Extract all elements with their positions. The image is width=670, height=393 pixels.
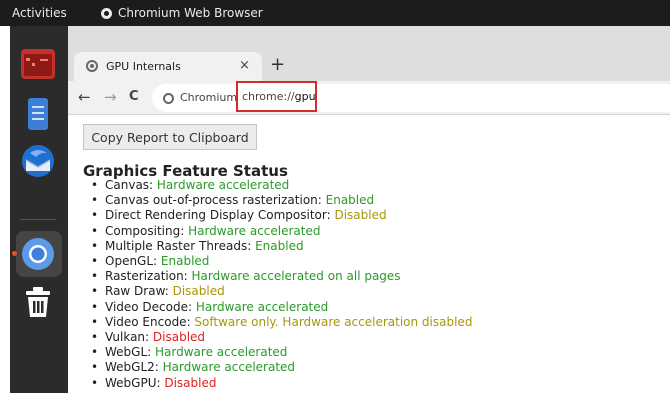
feature-name: OpenGL: <box>105 254 161 269</box>
feature-status: Hardware accelerated <box>188 223 321 238</box>
new-tab-button[interactable]: + <box>270 54 285 75</box>
forward-arrow-icon[interactable]: → <box>104 88 117 106</box>
feature-status: Enabled <box>255 238 304 253</box>
chromium-icon[interactable] <box>20 236 56 272</box>
reload-icon[interactable]: C <box>129 89 139 104</box>
dock <box>10 26 68 393</box>
url-host: gpu <box>294 90 316 103</box>
feature-status: Disabled <box>152 330 206 345</box>
back-arrow-icon[interactable]: ← <box>78 88 91 106</box>
tab-title: GPU Internals <box>106 60 181 73</box>
feature-name: Rasterization: <box>105 269 192 284</box>
site-info-chip[interactable]: Chromium <box>180 91 237 104</box>
chromium-site-icon[interactable] <box>163 93 174 104</box>
feature-status: Hardware accelerated on all pages <box>191 269 401 284</box>
feature-item: WebGL2: Hardware accelerated <box>91 360 472 375</box>
feature-name: Video Encode: <box>105 314 195 329</box>
feature-item: OpenGL: Enabled <box>91 254 472 269</box>
feature-name: Raw Draw: <box>105 284 173 299</box>
feature-item: Vulkan: Disabled <box>91 330 472 345</box>
feature-name: Direct Rendering Display Compositor: <box>105 208 335 223</box>
feature-name: Canvas out-of-process rasterization: <box>105 193 326 208</box>
terminal-icon[interactable] <box>20 46 56 82</box>
feature-name: Compositing: <box>105 223 189 238</box>
url-scheme: chrome:// <box>242 90 295 103</box>
feature-status: Disabled <box>334 208 387 223</box>
feature-name: WebGPU: <box>105 375 165 390</box>
feature-item: WebGL: Hardware accelerated <box>91 345 472 360</box>
tab-close-icon[interactable]: × <box>239 58 250 73</box>
tab-favicon-icon <box>86 60 98 72</box>
feature-status-list: Canvas: Hardware acceleratedCanvas out-o… <box>91 178 472 391</box>
feature-status: Enabled <box>160 254 210 269</box>
app-menu-label: Chromium Web Browser <box>118 6 263 20</box>
chromium-small-icon <box>101 7 112 19</box>
url-text[interactable]: chrome://gpu <box>242 90 316 103</box>
feature-name: WebGL2: <box>105 360 163 375</box>
feature-name: Video Decode: <box>105 299 196 314</box>
feature-status: Enabled <box>325 193 375 208</box>
feature-name: WebGL: <box>105 345 156 360</box>
feature-status: Software only. Hardware acceleration dis… <box>194 314 473 329</box>
feature-name: Multiple Raster Threads: <box>105 238 256 253</box>
feature-status: Hardware accelerated <box>162 360 296 375</box>
feature-item: Canvas: Hardware accelerated <box>91 178 472 193</box>
text-editor-icon[interactable] <box>20 96 56 132</box>
feature-item: Video Decode: Hardware accelerated <box>91 300 472 315</box>
trash-icon[interactable] <box>20 284 56 320</box>
feature-name: Vulkan: <box>105 330 153 345</box>
dock-separator <box>20 219 56 220</box>
feature-status: Disabled <box>164 375 217 390</box>
feature-item: Canvas out-of-process rasterization: Ena… <box>91 193 472 208</box>
feature-item: Direct Rendering Display Compositor: Dis… <box>91 208 472 223</box>
copy-report-button[interactable]: Copy Report to Clipboard <box>83 124 257 150</box>
feature-status: Disabled <box>172 284 225 299</box>
thunderbird-icon[interactable] <box>20 143 56 179</box>
app-menu[interactable]: Chromium Web Browser <box>101 6 263 20</box>
system-top-bar: Activities Chromium Web Browser <box>0 0 670 26</box>
feature-status: Hardware accelerated <box>156 178 290 192</box>
running-indicator <box>12 251 17 256</box>
feature-status: Hardware accelerated <box>195 299 329 314</box>
feature-item: Video Encode: Software only. Hardware ac… <box>91 315 472 330</box>
activities-button[interactable]: Activities <box>12 6 67 20</box>
feature-item: WebGPU: Disabled <box>91 376 472 391</box>
feature-item: Raw Draw: Disabled <box>91 284 472 299</box>
feature-status: Hardware accelerated <box>155 345 288 360</box>
feature-item: Multiple Raster Threads: Enabled <box>91 239 472 254</box>
feature-item: Compositing: Hardware accelerated <box>91 224 472 239</box>
tab-gpu-internals[interactable]: GPU Internals × <box>74 52 262 81</box>
feature-name: Canvas: <box>105 178 157 192</box>
feature-item: Rasterization: Hardware accelerated on a… <box>91 269 472 284</box>
